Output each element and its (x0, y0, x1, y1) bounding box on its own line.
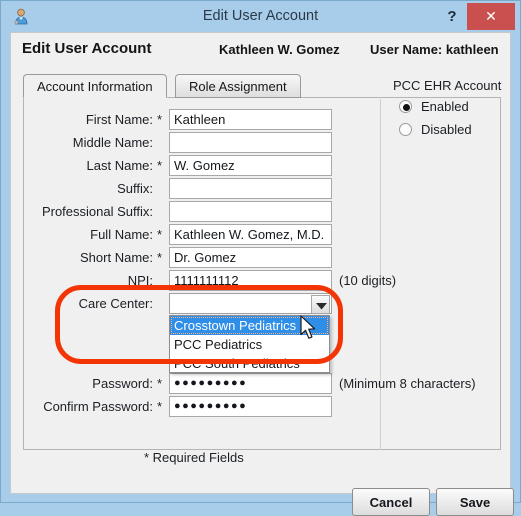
close-icon[interactable]: ✕ (467, 3, 515, 30)
care-center-required-marker (157, 293, 167, 314)
save-button[interactable]: Save (436, 488, 514, 516)
radio-enabled-indicator (399, 100, 412, 113)
middle-name-label: Middle Name: (72, 135, 153, 150)
form-row-last-name: Last Name: * (23, 155, 501, 177)
confirm-password-label: Confirm Password: (43, 399, 153, 414)
full-name-label: Full Name: (90, 227, 153, 242)
form-row-professional-suffix: Professional Suffix: (23, 201, 501, 223)
full-name-required-marker: * (157, 227, 163, 242)
page-title: Edit User Account (22, 40, 152, 57)
radio-enabled-label: Enabled (421, 99, 469, 114)
password-hint: (Minimum 8 characters) (339, 376, 476, 391)
form-row-care-center: Care Center: Crosstown Pediatrics PCC Pe… (23, 293, 501, 375)
edit-user-account-window: Edit User Account ? ✕ Edit User Account … (0, 0, 521, 516)
password-label: Password: (92, 376, 153, 391)
confirm-password-input[interactable]: ●●●●●●●●● (169, 396, 332, 417)
form-row-suffix: Suffix: (23, 178, 501, 200)
suffix-required-marker (157, 178, 167, 199)
middle-name-required-marker (157, 132, 167, 153)
help-button[interactable]: ? (439, 3, 465, 30)
care-center-option-pcc-pediatrics[interactable]: PCC Pediatrics (170, 335, 329, 354)
npi-hint: (10 digits) (339, 273, 397, 288)
npi-required-marker (157, 270, 167, 291)
dialog-header: Edit User Account Kathleen W. Gomez User… (11, 33, 510, 66)
care-center-option-pcc-south-pediatrics[interactable]: PCC South Pediatrics (170, 354, 329, 373)
form-row-password: Password: * ●●●●●●●●● (Minimum 8 charact… (23, 373, 501, 395)
form-row-short-name: Short Name: * (23, 247, 501, 269)
window-titlebar: Edit User Account ? ✕ (1, 1, 520, 32)
npi-label: NPI: (127, 273, 153, 288)
care-center-combobox-field[interactable] (169, 293, 332, 314)
short-name-required-marker: * (157, 250, 163, 265)
required-fields-note: * Required Fields (144, 450, 244, 465)
tab-account-information[interactable]: Account Information (23, 74, 167, 98)
professional-suffix-required-marker (157, 201, 167, 222)
form-row-npi: NPI: (10 digits) (23, 270, 501, 292)
middle-name-input[interactable] (169, 132, 332, 153)
dialog-body: Edit User Account Kathleen W. Gomez User… (10, 32, 514, 516)
care-center-combobox[interactable]: Crosstown Pediatrics PCC Pediatrics PCC … (169, 293, 332, 373)
npi-input[interactable] (169, 270, 332, 291)
tab-role-assignment[interactable]: Role Assignment (175, 74, 301, 98)
last-name-required-marker: * (157, 158, 163, 173)
chevron-down-icon[interactable] (311, 295, 330, 314)
full-name-input[interactable] (169, 224, 332, 245)
short-name-label: Short Name: (80, 250, 153, 265)
form-row-full-name: Full Name: * (23, 224, 501, 246)
suffix-input[interactable] (169, 178, 332, 199)
last-name-input[interactable] (169, 155, 332, 176)
care-center-dropdown-list[interactable]: Crosstown Pediatrics PCC Pediatrics PCC … (169, 315, 330, 373)
first-name-label: First Name: (85, 112, 153, 127)
password-required-marker: * (157, 376, 163, 391)
first-name-input[interactable] (169, 109, 332, 130)
ehr-account-group-label: PCC EHR Account (393, 78, 502, 93)
last-name-label: Last Name: (86, 158, 153, 173)
password-input[interactable]: ●●●●●●●●● (169, 373, 332, 394)
header-person-name: Kathleen W. Gomez (219, 42, 340, 57)
cancel-button[interactable]: Cancel (352, 488, 430, 516)
care-center-option-crosstown-pediatrics[interactable]: Crosstown Pediatrics (170, 316, 329, 335)
radio-disabled-indicator (399, 123, 412, 136)
care-center-label: Care Center: (78, 296, 153, 311)
short-name-input[interactable] (169, 247, 332, 268)
suffix-label: Suffix: (117, 181, 153, 196)
professional-suffix-input[interactable] (169, 201, 332, 222)
form-row-confirm-password: Confirm Password: * ●●●●●●●●● (23, 396, 501, 418)
header-user-name: User Name: kathleen (370, 42, 499, 57)
first-name-required-marker: * (157, 112, 163, 127)
radio-disabled-label: Disabled (421, 122, 472, 137)
confirm-password-required-marker: * (157, 399, 163, 414)
professional-suffix-label: Professional Suffix: (41, 204, 153, 219)
